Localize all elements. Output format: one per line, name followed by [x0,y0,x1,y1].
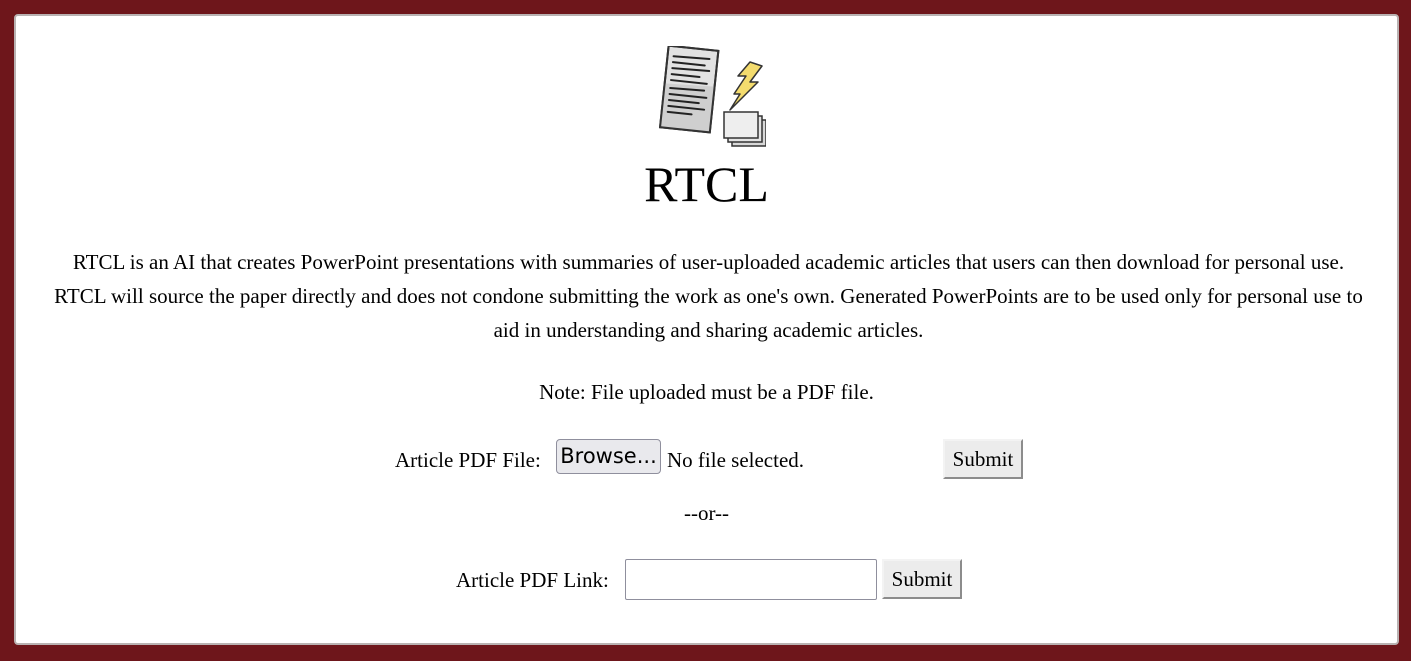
pdf-link-input[interactable] [625,559,877,600]
or-separator: --or-- [683,501,730,525]
pdf-file-label: Article PDF File: [395,448,541,472]
browse-button[interactable]: Browse... [556,439,661,474]
submit-file-button[interactable]: Submit [943,439,1023,479]
file-selection-status: No file selected. [667,448,805,472]
pdf-link-label: Article PDF Link: [456,568,609,592]
page-title: RTCL [644,156,769,212]
file-type-note: Note: File uploaded must be a PDF file. [539,380,874,404]
submit-link-button[interactable]: Submit [882,559,962,599]
document-lightning-slides-icon [658,46,766,147]
main-panel: RTCL RTCL is an AI that creates PowerPoi… [14,14,1399,645]
app-description: RTCL is an AI that creates PowerPoint pr… [54,250,1363,342]
